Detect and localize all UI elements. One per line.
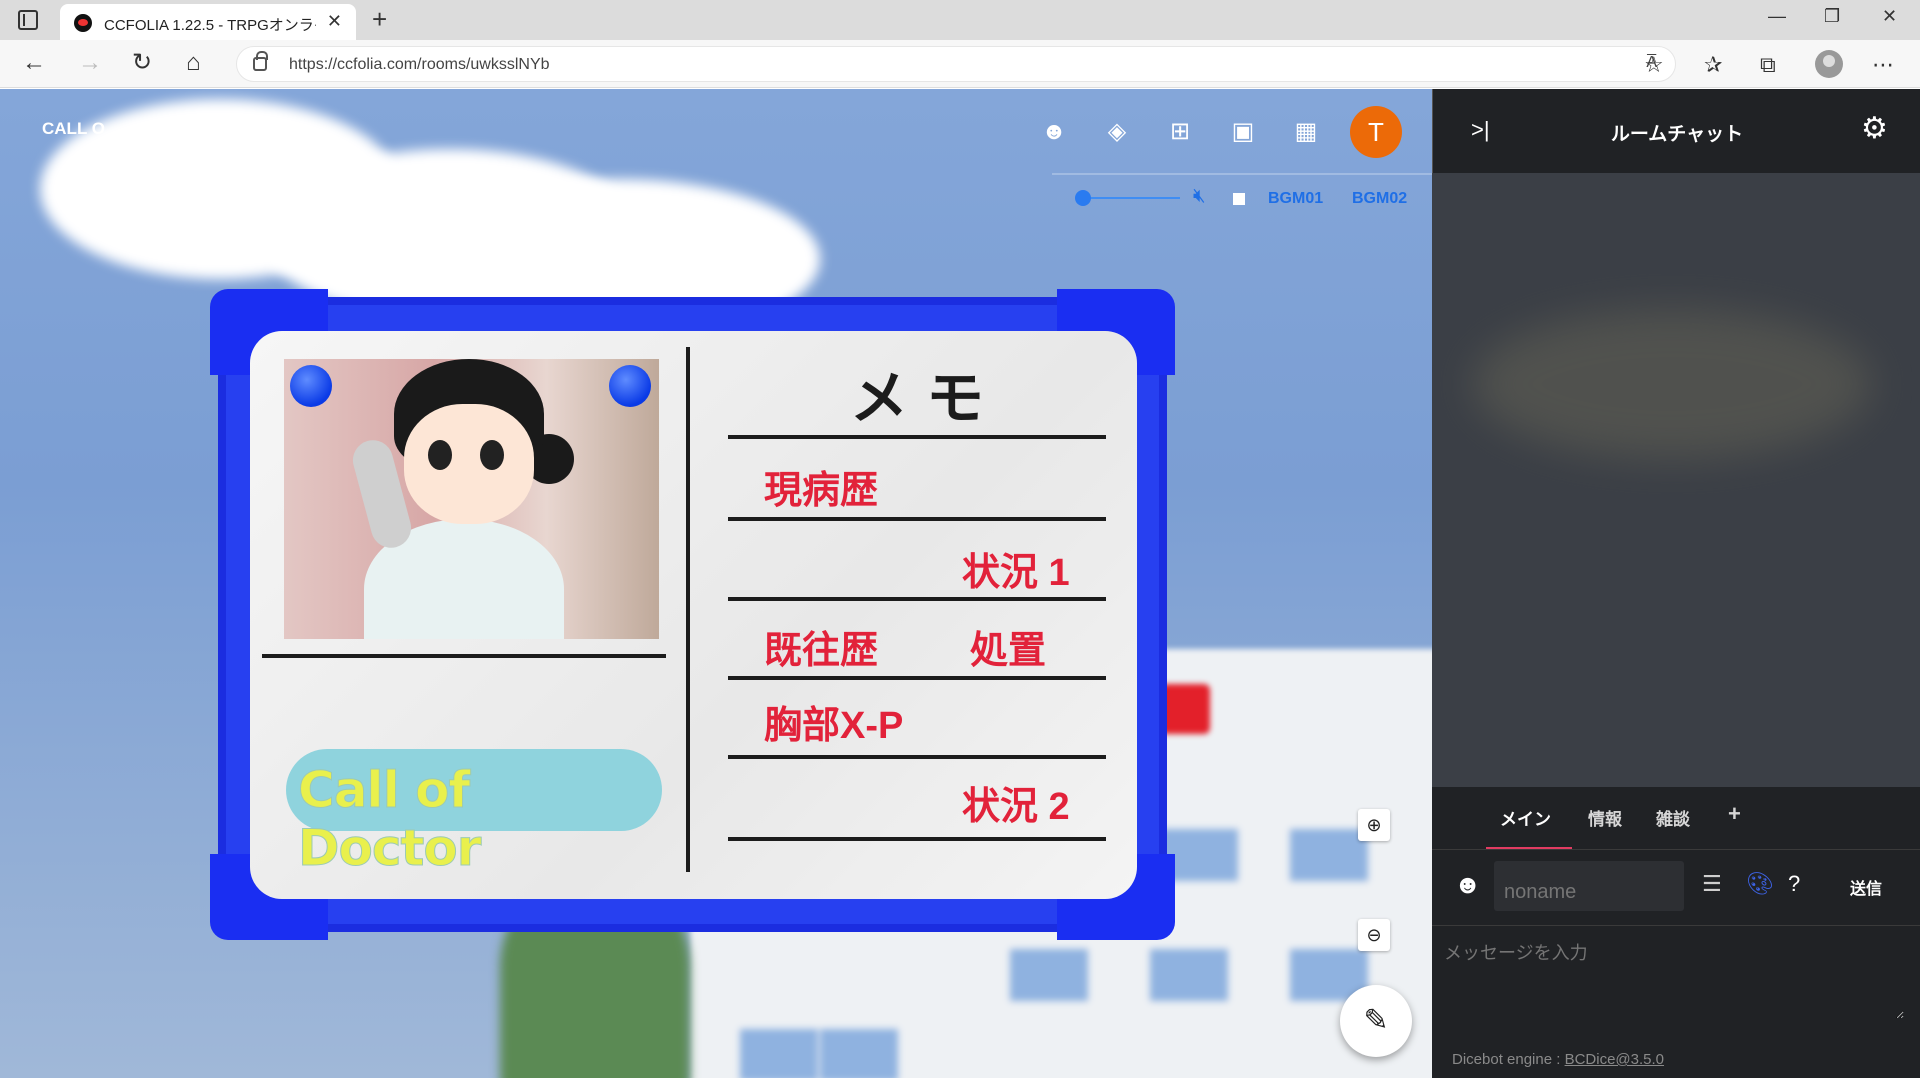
- more-icon[interactable]: ⋯: [1872, 52, 1894, 78]
- dicebot-info: Dicebot engine : BCDice@3.5.0: [1452, 1051, 1664, 1068]
- building-window: [1150, 949, 1228, 1001]
- chat-header: >| ルームチャット ⚙: [1432, 89, 1920, 173]
- add-tab-button[interactable]: +: [1728, 801, 1741, 827]
- bgm-02-button[interactable]: BGM02: [1352, 190, 1407, 208]
- building-window: [820, 1029, 898, 1078]
- tab-main[interactable]: メイン: [1500, 805, 1551, 830]
- scene-icon[interactable]: ▦: [1289, 115, 1323, 149]
- message-input[interactable]: [1444, 939, 1904, 1019]
- profile-icon[interactable]: [1815, 50, 1843, 78]
- chat-input-area: メイン 情報 雑談 + ☻ ☰ 🎨︎ ? 送信 Dicebot engine :…: [1432, 787, 1920, 1078]
- restore-button[interactable]: ❐: [1824, 6, 1840, 27]
- dicebot-prefix: Dicebot engine :: [1452, 1051, 1565, 1068]
- chat-divider: [1432, 849, 1920, 850]
- card-rule: [728, 435, 1106, 439]
- chat-divider: [1432, 925, 1920, 926]
- refresh-icon[interactable]: ↻: [132, 50, 152, 76]
- zoom-in-icon[interactable]: ⊕: [1358, 809, 1390, 841]
- illustration-eye: [428, 440, 452, 470]
- chat-background: [1472, 309, 1872, 459]
- building-window: [740, 1029, 818, 1078]
- list-icon[interactable]: ☰: [1702, 871, 1722, 897]
- browser-tab[interactable]: CCFOLIA 1.22.5 - TRPGオンラインセ ✕: [60, 4, 356, 40]
- send-button[interactable]: 送信: [1850, 875, 1882, 899]
- url-text: https://ccfolia.com/rooms/uwksslNYb: [289, 56, 550, 73]
- tab-close-icon[interactable]: ✕: [327, 11, 342, 32]
- tab-title: CCFOLIA 1.22.5 - TRPGオンラインセ: [104, 17, 316, 34]
- card-rule: [728, 837, 1106, 841]
- memo-label-treatment: 処置: [970, 630, 1047, 672]
- chat-panel: >| ルームチャット ⚙ メイン 情報 雑談 + ☻ ☰ 🎨︎ ? 送信 Dic…: [1432, 89, 1920, 1078]
- add-comment-icon[interactable]: ⊞: [1163, 115, 1197, 149]
- card-divider: [686, 347, 690, 872]
- card-rule: [728, 755, 1106, 759]
- ccfolia-favicon: [74, 14, 92, 32]
- address-bar: ← → ↻ ⌂ https://ccfolia.com/rooms/uwkssl…: [0, 40, 1920, 88]
- favorites-icon[interactable]: ✰: [1704, 52, 1722, 78]
- character-face-icon[interactable]: ☻: [1454, 869, 1481, 900]
- new-tab-button[interactable]: +: [372, 4, 387, 35]
- collections-icon[interactable]: ⧉: [1760, 52, 1776, 78]
- back-icon[interactable]: ←: [22, 50, 46, 76]
- memo-label-situation-2: 状況 2: [962, 786, 1070, 828]
- minimize-button[interactable]: —: [1768, 6, 1786, 27]
- gear-icon[interactable]: ⚙: [1861, 111, 1888, 146]
- edit-icon[interactable]: ✎: [1340, 985, 1412, 1057]
- illustration-face: [404, 404, 534, 524]
- favorite-add-icon[interactable]: ☆: [1644, 52, 1664, 78]
- screen-icon[interactable]: ▣: [1226, 115, 1260, 149]
- home-icon[interactable]: ⌂: [186, 50, 201, 76]
- call-of-doctor-logo: Call of Doctor: [286, 749, 662, 878]
- mute-icon[interactable]: 🔇︎: [1193, 185, 1206, 208]
- chat-title: ルームチャット: [1610, 124, 1744, 145]
- building-window: [1010, 949, 1088, 1001]
- room-name: CALL O: [42, 119, 105, 138]
- card-rule: [728, 597, 1106, 601]
- push-pin-icon: [290, 365, 332, 407]
- tab-info[interactable]: 情報: [1588, 805, 1622, 830]
- face-icon[interactable]: ☻: [1037, 115, 1071, 149]
- building-window: [1290, 829, 1368, 881]
- layers-icon[interactable]: ◈: [1100, 115, 1134, 149]
- user-avatar[interactable]: T: [1350, 106, 1402, 158]
- card-rule: [728, 517, 1106, 521]
- room-stage[interactable]: CALL O ☻ ◈ ⊞ ▣ ▦ T 🔇︎ BGM01 BGM02 メモ 現病歴…: [0, 89, 1432, 1078]
- memo-label-present-illness: 現病歴: [764, 470, 879, 512]
- forward-icon[interactable]: →: [78, 50, 102, 76]
- bgm-divider: [1052, 173, 1432, 175]
- stop-icon[interactable]: [1233, 193, 1245, 205]
- character-name-input[interactable]: [1494, 861, 1684, 911]
- volume-slider-thumb[interactable]: [1075, 190, 1091, 206]
- memo-label-chest-xp: 胸部X-P: [764, 705, 904, 747]
- url-field[interactable]: https://ccfolia.com/rooms/uwksslNYb A̅: [236, 46, 1676, 82]
- logo-text: Call of Doctor: [298, 761, 482, 878]
- zoom-out-icon[interactable]: ⊖: [1358, 919, 1390, 951]
- card-rule: [728, 676, 1106, 680]
- illustration-eye: [480, 440, 504, 470]
- card-rule: [262, 654, 666, 658]
- bgm-01-button[interactable]: BGM01: [1268, 190, 1323, 208]
- memo-label-past-history: 既往歴: [764, 630, 879, 672]
- memo-label-situation-1: 状況 1: [962, 552, 1070, 594]
- help-icon[interactable]: ?: [1788, 871, 1800, 897]
- nurse-illustration: [284, 359, 659, 639]
- volume-slider-track[interactable]: [1082, 197, 1180, 199]
- palette-icon[interactable]: 🎨︎: [1746, 871, 1774, 897]
- close-window-button[interactable]: ✕: [1882, 6, 1897, 27]
- push-pin-icon: [609, 365, 651, 407]
- dicebot-link[interactable]: BCDice@3.5.0: [1565, 1051, 1664, 1068]
- tab-chat[interactable]: 雑談: [1656, 805, 1690, 830]
- lock-icon[interactable]: [253, 51, 268, 71]
- memo-title: メモ: [850, 366, 1003, 431]
- sidebar-icon[interactable]: [18, 10, 38, 30]
- browser-tab-bar: CCFOLIA 1.22.5 - TRPGオンラインセ ✕ + — ❐ ✕: [0, 0, 1920, 40]
